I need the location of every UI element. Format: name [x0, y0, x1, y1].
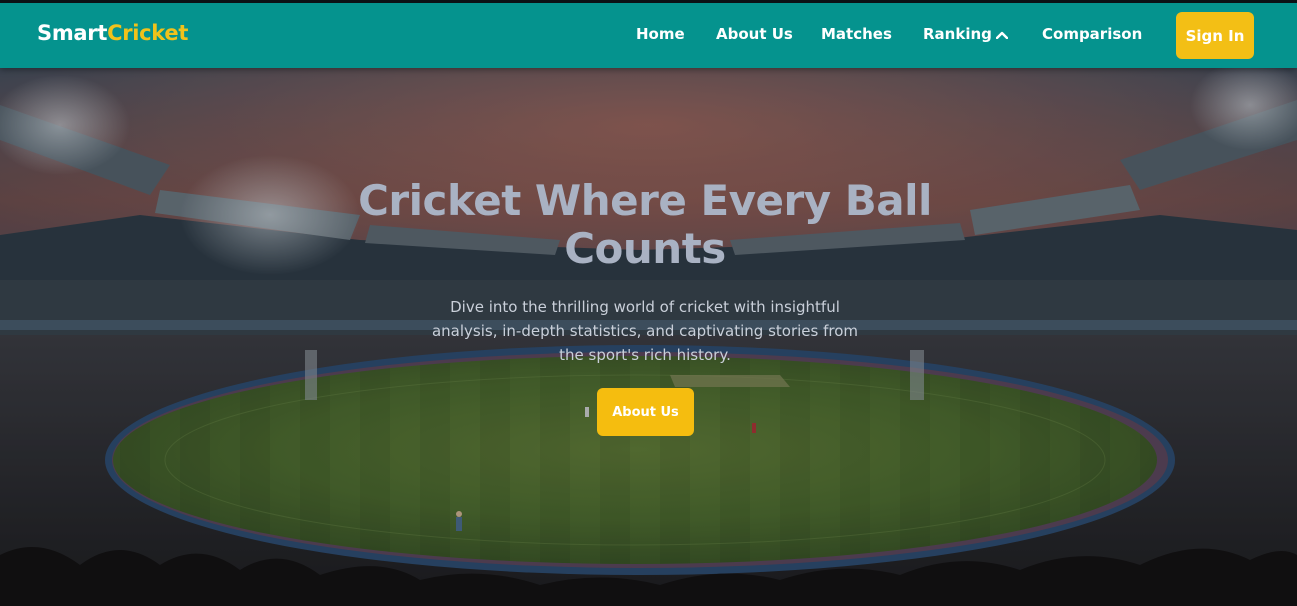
- hero-about-us-button[interactable]: About Us: [597, 388, 694, 436]
- sign-in-button[interactable]: Sign In: [1176, 12, 1254, 59]
- nav-comparison[interactable]: Comparison: [1042, 25, 1142, 43]
- hero-subtitle: Dive into the thrilling world of cricket…: [431, 298, 859, 364]
- navbar: SmartCricket Home About Us Matches Ranki…: [0, 0, 1297, 68]
- page: Cricket Where Every Ball Counts Dive int…: [0, 0, 1297, 606]
- hero-section: Cricket Where Every Ball Counts Dive int…: [0, 65, 1297, 606]
- hero-title: Cricket Where Every Ball Counts: [358, 176, 932, 273]
- chevron-up-icon: [995, 25, 1009, 43]
- brand-logo[interactable]: SmartCricket: [37, 21, 188, 45]
- nav-ranking[interactable]: Ranking: [923, 25, 1009, 44]
- nav-ranking-label: Ranking: [923, 25, 992, 43]
- brand-name-part1: Smart: [37, 21, 108, 45]
- nav-about-us[interactable]: About Us: [716, 25, 793, 43]
- nav-home[interactable]: Home: [636, 25, 685, 43]
- brand-name-part2: Cricket: [107, 21, 189, 45]
- nav-matches[interactable]: Matches: [821, 25, 892, 43]
